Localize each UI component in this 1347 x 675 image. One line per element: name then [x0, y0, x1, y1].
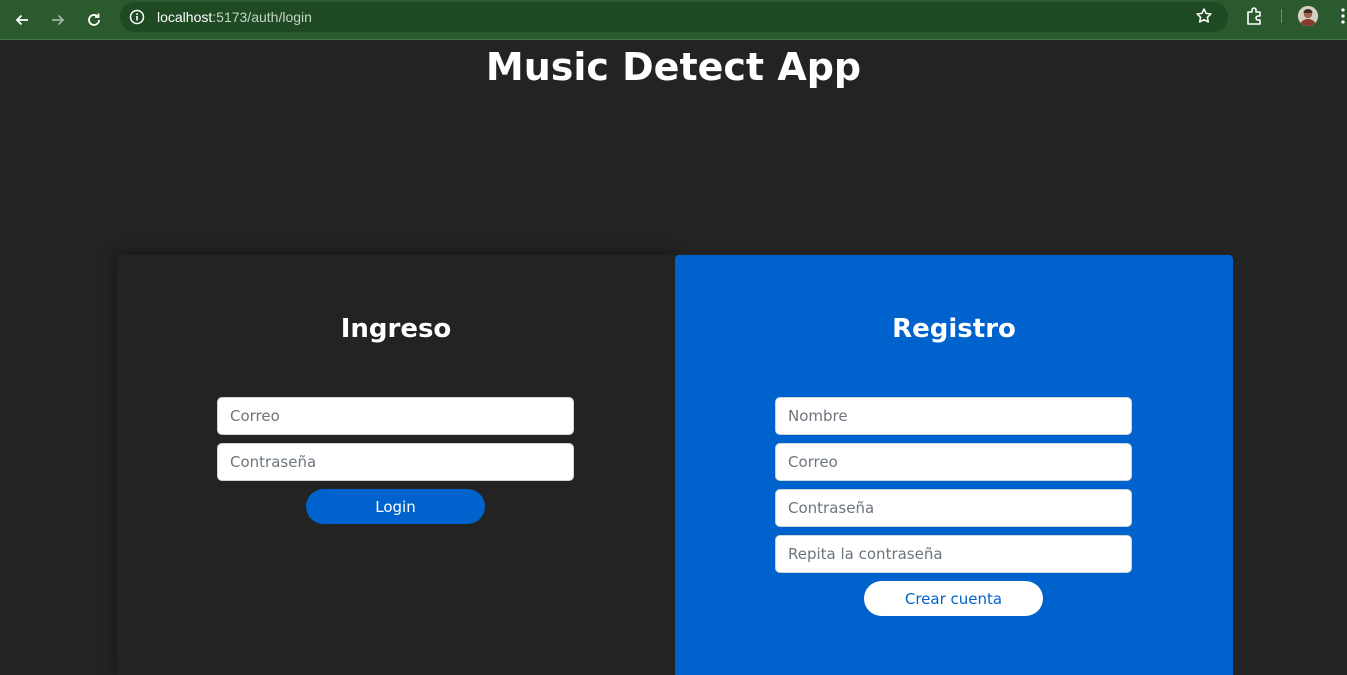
reload-button[interactable]: [80, 6, 108, 34]
register-name-input[interactable]: [775, 397, 1132, 435]
back-button[interactable]: [8, 6, 36, 34]
extensions-icon[interactable]: [1244, 6, 1264, 26]
profile-avatar[interactable]: [1298, 6, 1318, 26]
page-title: Music Detect App: [485, 45, 862, 89]
reload-icon: [88, 13, 100, 26]
browser-toolbar: localhost:5173/auth/login: [0, 0, 1347, 40]
url-text: localhost:5173/auth/login: [157, 9, 312, 25]
login-password-input[interactable]: [217, 443, 574, 481]
toolbar-divider: [1281, 9, 1282, 23]
register-password-input[interactable]: [775, 489, 1132, 527]
register-repeat-password-input[interactable]: [775, 535, 1132, 573]
person-icon: [1298, 6, 1318, 26]
menu-kebab-icon[interactable]: [1337, 7, 1347, 25]
url-host: localhost: [157, 9, 213, 25]
login-email-input[interactable]: [217, 397, 574, 435]
login-card: Ingreso Login: [117, 255, 675, 675]
forward-icon: [52, 14, 65, 26]
bookmark-star-icon[interactable]: [1195, 7, 1213, 25]
login-button[interactable]: Login: [306, 489, 485, 524]
site-info-icon[interactable]: [129, 9, 145, 25]
address-bar[interactable]: localhost:5173/auth/login: [120, 2, 1228, 32]
register-email-input[interactable]: [775, 443, 1132, 481]
login-title: Ingreso: [340, 314, 452, 344]
back-icon: [15, 14, 28, 26]
register-card: Registro Crear cuenta: [675, 255, 1233, 675]
register-title: Registro: [892, 314, 1016, 344]
create-account-button[interactable]: Crear cuenta: [864, 581, 1043, 616]
forward-button[interactable]: [44, 6, 72, 34]
url-path: :5173/auth/login: [212, 9, 312, 25]
